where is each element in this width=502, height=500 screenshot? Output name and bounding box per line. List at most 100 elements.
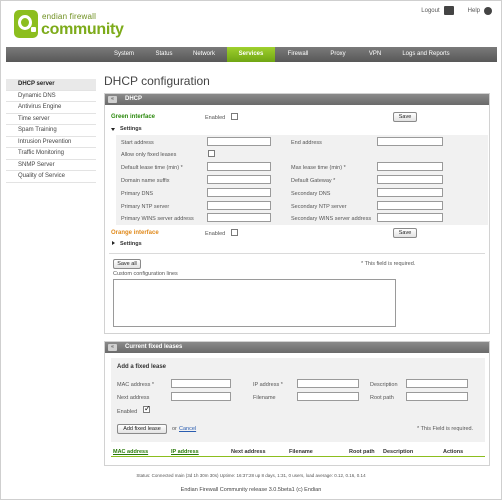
sidebar-item-spam-training[interactable]: Spam Training <box>6 125 96 137</box>
fixed-leases-panel: « Current fixed leases Add a fixed lease… <box>104 341 490 466</box>
orange-settings-toggle[interactable]: Settings <box>120 241 142 247</box>
green-save-button[interactable]: Save <box>393 112 417 122</box>
logo-text-top: endian firewall <box>42 12 97 21</box>
start-address-label: Start address <box>121 140 154 146</box>
primary-dns-input[interactable] <box>207 188 271 197</box>
sidebar-item-intrusion-prevention[interactable]: Intrusion Prevention <box>6 137 96 148</box>
ip-address-input[interactable] <box>297 379 359 388</box>
default-gateway-label: Default Gateway * <box>291 178 336 184</box>
nav-network[interactable]: Network <box>184 47 224 62</box>
main-navbar: System Status Network Services Firewall … <box>6 47 497 62</box>
secondary-wins-input[interactable] <box>377 213 443 222</box>
sidebar: DHCP server Dynamic DNS Antivirus Engine… <box>6 79 96 183</box>
root-path-label: Root path <box>370 395 394 401</box>
add-fixed-lease-button[interactable]: Add fixed lease <box>117 424 167 434</box>
secondary-ntp-label: Secondary NTP server <box>291 204 347 210</box>
primary-wins-label: Primary WINS server address <box>121 216 194 222</box>
help-icon[interactable] <box>484 6 492 15</box>
dhcp-panel-title: DHCP <box>125 96 143 102</box>
dhcp-panel-header: « DHCP <box>105 94 489 105</box>
start-address-input[interactable] <box>207 137 271 146</box>
column-actions: Actions <box>443 449 464 455</box>
description-input[interactable] <box>406 379 468 388</box>
page-title: DHCP configuration <box>104 74 210 88</box>
required-field-note: * This field is required. <box>361 261 416 267</box>
description-label: Description <box>370 382 398 388</box>
allow-fixed-leases-checkbox[interactable] <box>208 150 215 157</box>
save-all-button[interactable]: Save all <box>113 259 141 269</box>
green-enabled-checkbox[interactable] <box>231 113 238 120</box>
collapse-toggle-icon[interactable]: « <box>108 344 117 351</box>
default-lease-label: Default lease time (min) * <box>121 165 183 171</box>
collapse-toggle-icon[interactable]: « <box>108 96 117 103</box>
nav-services[interactable]: Services <box>227 47 275 62</box>
fixed-leases-title: Current fixed leases <box>125 344 183 350</box>
domain-suffix-label: Domain name suffix <box>121 178 170 184</box>
secondary-wins-label: Secondary WINS server address <box>291 216 372 222</box>
column-description: Description <box>383 449 414 455</box>
logout-icon[interactable] <box>443 6 454 15</box>
filename-label: Filename <box>253 395 276 401</box>
sidebar-item-quality-of-service[interactable]: Quality of Service <box>6 171 96 183</box>
column-next-address: Next address <box>231 449 266 455</box>
custom-config-textarea[interactable] <box>113 279 396 327</box>
default-gateway-input[interactable] <box>377 175 443 184</box>
nav-logs-reports[interactable]: Logs and Reports <box>394 47 458 62</box>
fixed-leases-table-header: MAC address IP address Next address File… <box>111 447 485 457</box>
ip-address-label: IP address * <box>253 382 283 388</box>
allow-fixed-leases-label: Allow only fixed leases <box>121 152 177 158</box>
required-field-note: * This Field is required. <box>417 426 474 432</box>
sidebar-item-antivirus-engine[interactable]: Antivirus Engine <box>6 102 96 114</box>
green-enabled-label: Enabled <box>205 115 226 121</box>
orange-interface-label: Orange interface <box>111 230 159 236</box>
orange-save-button[interactable]: Save <box>393 228 417 238</box>
column-mac-address[interactable]: MAC address <box>113 447 148 457</box>
fixed-lease-enabled-checkbox[interactable] <box>143 404 151 413</box>
logo-text-bottom: community <box>41 21 124 38</box>
nav-system[interactable]: System <box>104 47 144 62</box>
sidebar-item-traffic-monitoring[interactable]: Traffic Monitoring <box>6 148 96 160</box>
sidebar-item-time-server[interactable]: Time server <box>6 114 96 125</box>
primary-ntp-input[interactable] <box>207 201 271 210</box>
next-address-input[interactable] <box>171 392 231 401</box>
nav-proxy[interactable]: Proxy <box>320 47 356 62</box>
sidebar-item-dynamic-dns[interactable]: Dynamic DNS <box>6 91 96 102</box>
cancel-link[interactable]: Cancel <box>179 426 196 432</box>
domain-suffix-input[interactable] <box>207 175 271 184</box>
nav-status[interactable]: Status <box>146 47 182 62</box>
fixed-lease-enabled-label: Enabled <box>117 409 138 415</box>
column-filename: Filename <box>289 449 313 455</box>
add-fixed-lease-heading: Add a fixed lease <box>117 364 167 370</box>
secondary-ntp-input[interactable] <box>377 201 443 210</box>
endian-logo[interactable]: endian firewall community <box>14 10 134 44</box>
sidebar-item-dhcp-server[interactable]: DHCP server <box>6 79 96 91</box>
mac-address-input[interactable] <box>171 379 231 388</box>
mac-address-label: MAC address * <box>117 382 154 388</box>
secondary-dns-input[interactable] <box>377 188 443 197</box>
logout-link[interactable]: Logout <box>421 8 439 14</box>
primary-ntp-label: Primary NTP server <box>121 204 170 210</box>
settings-expanded-icon[interactable] <box>111 128 115 131</box>
primary-wins-input[interactable] <box>207 213 271 222</box>
sidebar-item-snmp-server[interactable]: SNMP Server <box>6 160 96 171</box>
column-ip-address[interactable]: IP address <box>171 447 199 457</box>
or-text: or <box>172 426 177 432</box>
fixed-leases-header: « Current fixed leases <box>105 342 489 353</box>
primary-dns-label: Primary DNS <box>121 191 154 197</box>
green-interface-label: Green interface <box>111 114 156 120</box>
max-lease-input[interactable] <box>377 162 443 171</box>
filename-input[interactable] <box>297 392 359 401</box>
end-address-label: End address <box>291 140 322 146</box>
orange-enabled-label: Enabled <box>205 231 226 237</box>
footer-release: Endian Firewall Community release 3.0.5b… <box>180 487 322 493</box>
help-link[interactable]: Help <box>468 8 480 14</box>
default-lease-input[interactable] <box>207 162 271 171</box>
orange-enabled-checkbox[interactable] <box>231 229 238 236</box>
nav-firewall[interactable]: Firewall <box>278 47 318 62</box>
end-address-input[interactable] <box>377 137 443 146</box>
column-root-path: Root path <box>349 449 375 455</box>
green-settings-toggle[interactable]: Settings <box>120 126 142 132</box>
settings-collapsed-icon[interactable] <box>112 241 115 245</box>
root-path-input[interactable] <box>406 392 468 401</box>
nav-vpn[interactable]: VPN <box>358 47 392 62</box>
